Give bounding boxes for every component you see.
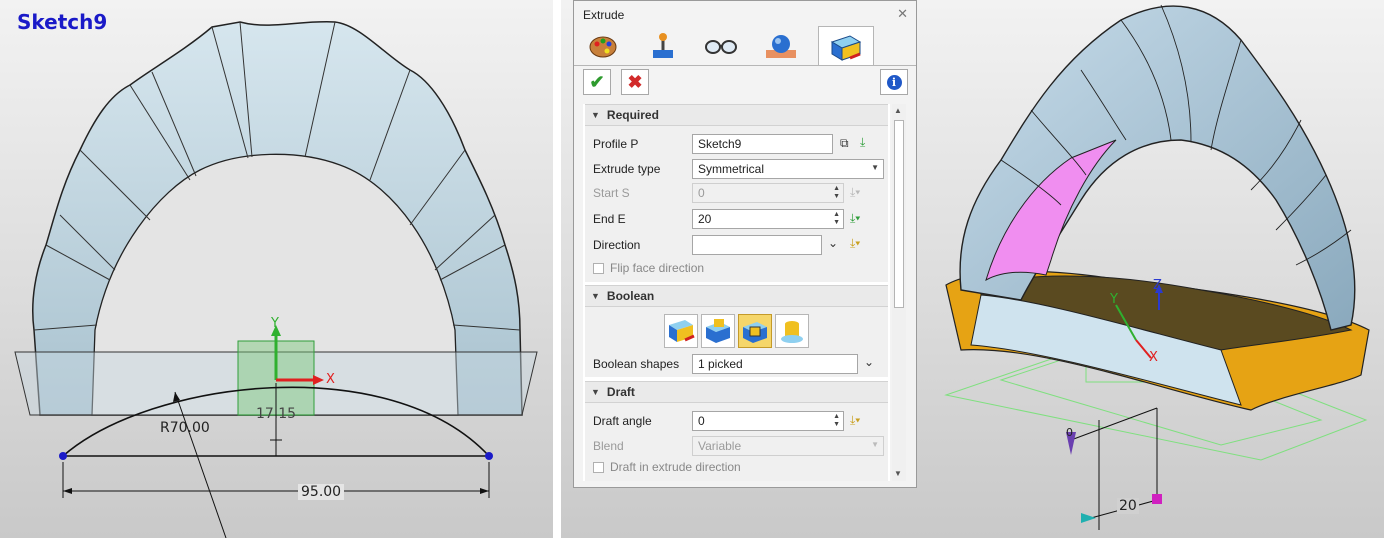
section-required-title: Required — [606, 108, 659, 122]
cancel-x-icon: ✖ — [627, 71, 643, 92]
base-icon — [669, 320, 695, 342]
section-boolean-body: Boolean shapes 1 picked ⌄ — [585, 307, 888, 377]
direction-field[interactable] — [692, 235, 822, 255]
sphere-icon — [766, 35, 796, 58]
direction-label: Direction — [593, 238, 641, 252]
add-icon — [706, 319, 730, 343]
intersect-icon — [781, 321, 803, 343]
cancel-button[interactable]: ✖ — [621, 69, 649, 95]
draft-extrude-dir-checkbox[interactable] — [593, 462, 604, 473]
palette-icon — [589, 36, 617, 58]
end-field[interactable]: 20 ▲ ▼ — [692, 209, 844, 229]
extrude-dialog: Extrude ✕ ✔ ✖ i ▼ Required Profile P Ske… — [573, 0, 917, 488]
tab-render[interactable] — [760, 27, 802, 65]
width-dimension[interactable]: 95.00 — [298, 484, 345, 500]
panel-scrollbar[interactable]: ▲ ▼ — [892, 104, 906, 481]
glasses-icon — [705, 40, 737, 54]
flip-face-label: Flip face direction — [610, 261, 705, 275]
sketch-viewport[interactable]: Sketch9 R70.00 95.00 17.15 Y X — [0, 0, 553, 538]
dialog-title: Extrude — [583, 8, 625, 22]
extrude-icon — [830, 34, 862, 61]
section-required-header[interactable]: ▼ Required — [585, 104, 888, 126]
tab-extrude[interactable] — [818, 26, 874, 66]
chevron-down-icon: ▼ — [871, 440, 879, 449]
double-chevron-down-icon[interactable]: ⌄ — [864, 355, 874, 369]
radius-dimension[interactable]: R70.00 — [160, 420, 210, 436]
axis-y-label: Y — [271, 316, 279, 331]
viewport-divider — [553, 0, 561, 538]
boolean-add-button[interactable] — [701, 314, 735, 348]
options-panel: ▼ Required Profile P Sketch9 ⧉ ⤓ Extrude… — [583, 104, 890, 481]
info-button[interactable]: i — [880, 69, 908, 95]
axis-x-label-3d: X — [1149, 350, 1158, 365]
draft-extrude-dir-label: Draft in extrude direction — [610, 460, 741, 474]
height-dimension[interactable]: 17.15 — [256, 406, 296, 422]
boolean-op-group — [664, 314, 812, 348]
draft-angle-label: Draft angle — [593, 414, 652, 428]
pick-icon: ⤓▾ — [850, 185, 861, 199]
tab-control[interactable] — [642, 27, 684, 65]
sketch-canvas[interactable] — [0, 0, 553, 538]
tab-appearance[interactable] — [582, 27, 624, 65]
boolean-remove-button[interactable] — [738, 314, 772, 348]
ok-button[interactable]: ✔ — [583, 69, 611, 95]
pick-icon[interactable]: ⤓▾ — [850, 236, 860, 251]
direction-handle — [1081, 513, 1096, 523]
axis-y-label-3d: Y — [1110, 292, 1118, 307]
double-chevron-down-icon[interactable]: ⌄ — [828, 236, 838, 250]
start-label: Start S — [593, 186, 630, 200]
extrude-type-label: Extrude type — [593, 162, 661, 176]
sketch-title: Sketch9 — [17, 10, 108, 34]
section-draft-title: Draft — [606, 385, 635, 399]
section-boolean-title: Boolean — [606, 289, 655, 303]
start-field: 0 ▲ ▼ — [692, 183, 844, 203]
profile-label: Profile P — [593, 137, 639, 151]
collapse-triangle-icon: ▼ — [591, 291, 600, 301]
section-boolean-header[interactable]: ▼ Boolean — [585, 285, 888, 307]
boolean-shapes-label: Boolean shapes — [593, 357, 680, 371]
spinner-icon: ▲ ▼ — [833, 185, 840, 200]
tab-view[interactable] — [700, 27, 742, 65]
boolean-base-button[interactable] — [664, 314, 698, 348]
extrude-type-select[interactable]: Symmetrical ▼ — [692, 159, 884, 179]
tab-strip-divider — [574, 65, 916, 66]
axis-x-label: X — [326, 372, 335, 387]
spinner-icon[interactable]: ▲ ▼ — [833, 413, 840, 429]
pick-icon[interactable]: ⤓ — [860, 135, 865, 150]
copy-icon[interactable]: ⧉ — [840, 136, 849, 151]
scroll-up-icon[interactable]: ▲ — [894, 106, 902, 115]
section-draft-body: Draft angle 0 ▲ ▼ ⤓▾ Blend Variable ▼ Draft… — [585, 403, 888, 481]
scroll-down-icon[interactable]: ▼ — [894, 469, 902, 478]
axis-z-label: Z — [1153, 278, 1162, 293]
chevron-down-icon: ▼ — [871, 163, 879, 172]
close-icon[interactable]: ✕ — [897, 6, 908, 22]
blend-label: Blend — [593, 439, 624, 453]
dim-handle — [1152, 494, 1162, 504]
draft-angle-field[interactable]: 0 ▲ ▼ — [692, 411, 844, 431]
blend-select: Variable ▼ — [692, 436, 884, 456]
pivot-label: 0 — [1066, 426, 1073, 439]
info-icon: i — [886, 74, 902, 90]
pick-icon[interactable]: ⤓▾ — [850, 211, 860, 226]
section-required-body: Profile P Sketch9 ⧉ ⤓ Extrude type Symme… — [585, 126, 888, 282]
endpoint-left — [59, 452, 67, 460]
checkmark-icon: ✔ — [589, 71, 605, 92]
joystick-icon — [653, 33, 673, 58]
collapse-triangle-icon: ▼ — [591, 110, 600, 120]
end-label: End E — [593, 212, 626, 226]
pick-icon[interactable]: ⤓▾ — [850, 413, 860, 428]
spinner-icon[interactable]: ▲ ▼ — [833, 211, 840, 227]
flip-face-checkbox[interactable] — [593, 263, 604, 274]
dialog-tabs — [582, 26, 882, 66]
endpoint-right — [485, 452, 493, 460]
profile-field[interactable]: Sketch9 — [692, 134, 833, 154]
boolean-intersect-button[interactable] — [775, 314, 809, 348]
collapse-triangle-icon: ▼ — [591, 387, 600, 397]
boolean-shapes-field[interactable]: 1 picked — [692, 354, 858, 374]
extrude-dimension[interactable]: 20 — [1117, 498, 1139, 514]
scroll-thumb[interactable] — [894, 120, 904, 308]
section-draft-header[interactable]: ▼ Draft — [585, 381, 888, 403]
remove-icon — [743, 322, 767, 343]
